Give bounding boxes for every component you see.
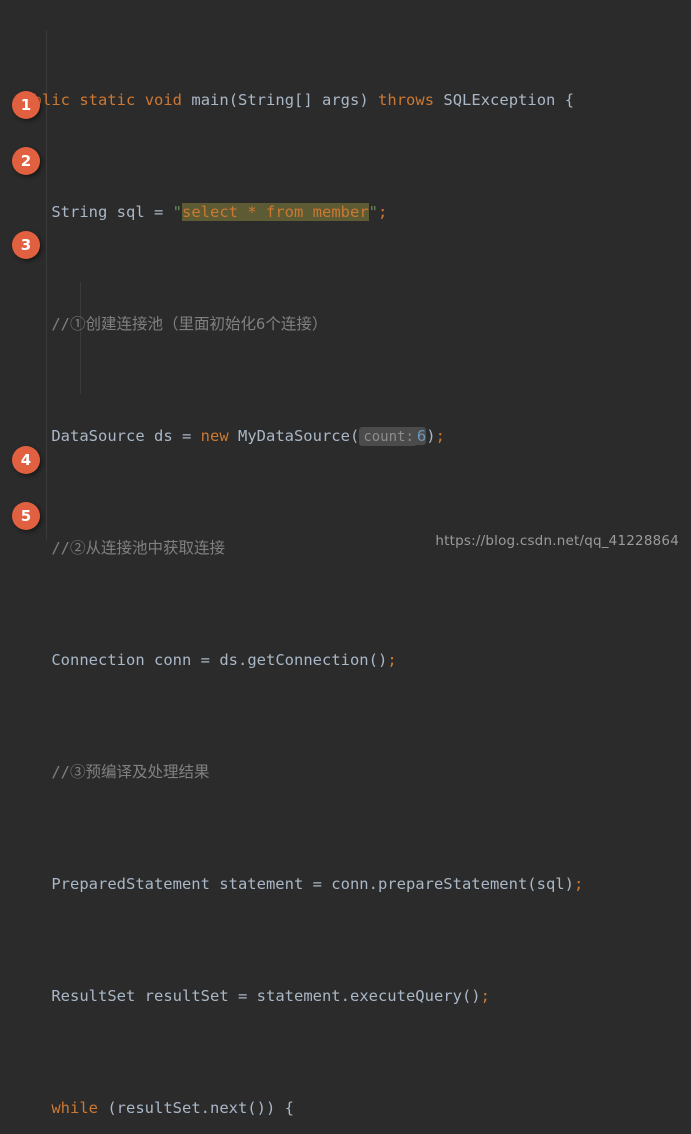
method-preparestatement: prepareStatement: [377, 875, 528, 893]
expr-conn-dot: conn.: [331, 875, 378, 893]
code-content[interactable]: public static void main(String[] args) t…: [0, 2, 691, 1134]
assign-op-2: =: [181, 427, 201, 445]
var-conn: conn: [144, 651, 201, 669]
type-sqlexception: SQLException: [443, 91, 556, 109]
code-line-1: public static void main(String[] args) t…: [14, 86, 691, 114]
keyword-static: static: [79, 91, 136, 109]
space-1: [70, 91, 79, 109]
code-line-6: Connection conn = ds.getConnection();: [14, 646, 691, 674]
type-preparedstatement: PreparedStatement: [51, 875, 210, 893]
code-line-2: String sql = "select * from member";: [14, 198, 691, 226]
code-line-4: DataSource ds = new MyDataSource(count: 6…: [14, 422, 691, 450]
code-line-7-comment: //③预编译及处理结果: [14, 758, 691, 786]
param-args: args: [312, 91, 360, 109]
space-4: [369, 91, 378, 109]
quote-open-sql: ": [172, 203, 183, 221]
paren-open-1: (: [228, 91, 239, 109]
semicolon-4: ;: [435, 427, 445, 445]
paren-open-ctor: (: [349, 427, 360, 445]
param-hint-label-count: count:: [359, 428, 417, 446]
assign-op-4: =: [312, 875, 332, 893]
code-line-10: while (resultSet.next()) {: [14, 1094, 691, 1122]
arg-count-value: 6: [416, 427, 427, 445]
comment-step-2: //②从连接池中获取连接: [51, 539, 225, 557]
brace-open-while: {: [284, 1099, 294, 1117]
var-ds: ds: [144, 427, 182, 445]
code-line-9: ResultSet resultSet = statement.executeQ…: [14, 982, 691, 1010]
comment-step-1: //①创建连接池（里面初始化6个连接）: [51, 315, 328, 333]
expr-ds-dot: ds.: [219, 651, 248, 669]
semicolon-2: ;: [378, 203, 388, 221]
type-string-array: String[]: [238, 91, 313, 109]
var-sql: sql: [107, 203, 154, 221]
type-datasource: DataSource: [51, 427, 145, 445]
ctor-mydatasource: MyDataSource: [228, 427, 350, 445]
keyword-throws: throws: [378, 91, 435, 109]
type-connection: Connection: [51, 651, 145, 669]
while-condition: (resultSet.next()): [98, 1099, 285, 1117]
code-line-3-comment: //①创建连接池（里面初始化6个连接）: [14, 310, 691, 338]
step-badge-4: 4: [12, 446, 40, 474]
space-3: [182, 91, 191, 109]
args-executequery: (): [461, 987, 481, 1005]
quote-close-sql: ": [368, 203, 378, 221]
space-6: [555, 91, 564, 109]
step-badge-5: 5: [12, 502, 40, 530]
assign-op-5: =: [237, 987, 257, 1005]
code-line-8: PreparedStatement statement = conn.prepa…: [14, 870, 691, 898]
type-string-1: String: [51, 203, 108, 221]
keyword-void: void: [144, 91, 183, 109]
expr-statement-dot: statement.: [256, 987, 350, 1005]
keyword-while: while: [51, 1099, 98, 1117]
method-executequery: executeQuery: [349, 987, 462, 1005]
step-badge-2: 2: [12, 147, 40, 175]
method-name-main: main: [191, 91, 229, 109]
comment-step-3: //③预编译及处理结果: [51, 763, 210, 781]
type-resultset: ResultSet: [51, 987, 136, 1005]
var-statement: statement: [209, 875, 313, 893]
param-hint-count: count: 6: [359, 427, 427, 446]
sql-string-highlight: select * from member: [182, 203, 369, 221]
semicolon-9: ;: [480, 987, 490, 1005]
var-resultset: resultSet: [135, 987, 238, 1005]
space-2: [135, 91, 144, 109]
paren-close-ctor: ): [426, 427, 436, 445]
keyword-new: new: [200, 427, 229, 445]
brace-open-method: {: [564, 91, 575, 109]
code-editor[interactable]: public static void main(String[] args) t…: [0, 0, 691, 1117]
step-badge-3: 3: [12, 231, 40, 259]
method-getconnection: getConnection: [247, 651, 369, 669]
assign-op-1: =: [154, 203, 173, 221]
step-badge-1: 1: [12, 91, 40, 119]
semicolon-6: ;: [387, 651, 397, 669]
watermark-url: https://blog.csdn.net/qq_41228864: [435, 533, 679, 549]
parens-getconnection: (): [368, 651, 388, 669]
semicolon-8: ;: [573, 875, 584, 893]
args-preparestatement: (sql): [527, 875, 574, 893]
space-5: [434, 91, 443, 109]
paren-close-1: ): [359, 91, 369, 109]
assign-op-3: =: [200, 651, 220, 669]
